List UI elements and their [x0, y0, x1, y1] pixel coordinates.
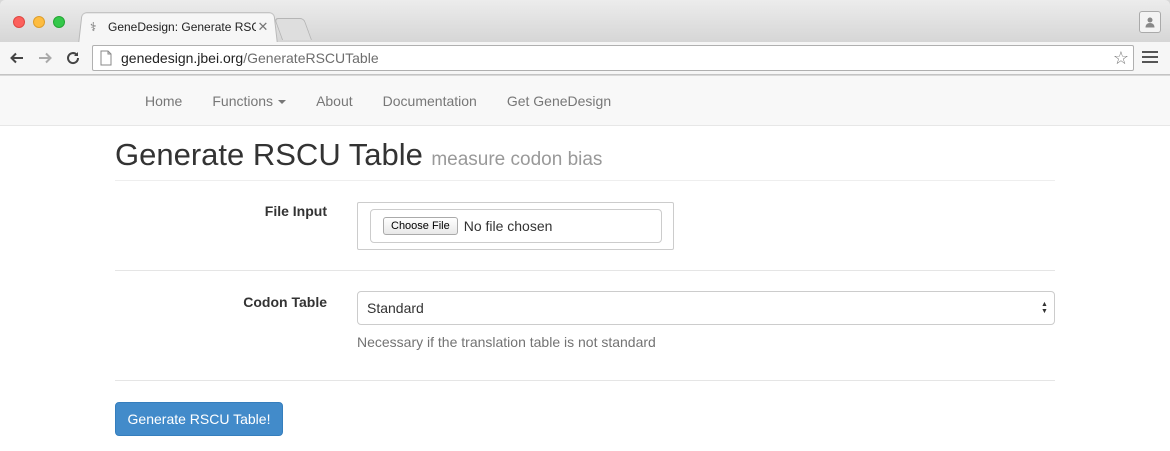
nav-documentation[interactable]: Documentation [368, 76, 492, 126]
generate-rscu-table-button[interactable]: Generate RSCU Table! [115, 402, 283, 436]
close-window-button[interactable] [13, 16, 25, 28]
profile-button[interactable] [1139, 11, 1161, 33]
person-icon [1145, 17, 1155, 28]
codon-table-help: Necessary if the translation table is no… [357, 334, 656, 350]
back-arrow-icon [10, 52, 23, 64]
file-input-wrapper: Choose File No file chosen [357, 202, 674, 250]
codon-table-group: Codon Table Standard ▲ ▼ Necessary if the… [115, 271, 1055, 381]
file-input-group: File Input Choose File No file chosen [115, 181, 1055, 271]
url-domain: genedesign.jbei.org [121, 50, 244, 66]
codon-table-selected: Standard [367, 300, 424, 316]
forward-button[interactable] [35, 48, 55, 68]
browser-tab-content: ⚕ GeneDesign: Generate RSC ✕ [90, 16, 270, 38]
page-subtitle: measure codon bias [431, 149, 603, 170]
site-navbar: Home Functions About Documentation Get G… [0, 76, 1170, 126]
nav-functions-label: Functions [212, 92, 274, 109]
nav-functions-dropdown[interactable]: Functions [197, 76, 301, 126]
nav-home[interactable]: Home [130, 76, 197, 126]
new-tab-button[interactable] [273, 18, 313, 40]
main-container: Generate RSCU Table measure codon bias F… [115, 126, 1055, 436]
maximize-window-button[interactable] [53, 16, 65, 28]
page-title: Generate RSCU Table [115, 137, 423, 172]
web-page: Home Functions About Documentation Get G… [0, 76, 1170, 451]
tab-title: GeneDesign: Generate RSC [108, 20, 256, 34]
codon-table-select[interactable]: Standard ▲ ▼ [357, 291, 1055, 325]
browser-titlebar: ⚕ GeneDesign: Generate RSC ✕ [0, 0, 1170, 43]
forward-arrow-icon [39, 52, 52, 64]
select-arrows-icon: ▲ ▼ [1041, 301, 1048, 315]
nav-get-genedesign[interactable]: Get GeneDesign [492, 76, 626, 126]
file-status-text: No file chosen [463, 218, 553, 234]
url-path: /GenerateRSCUTable [243, 50, 379, 66]
minimize-window-button[interactable] [33, 16, 45, 28]
file-input-label: File Input [264, 203, 327, 219]
file-input[interactable]: Choose File No file chosen [370, 209, 662, 243]
page-header: Generate RSCU Table measure codon bias [115, 126, 1055, 181]
url-text: genedesign.jbei.org/GenerateRSCUTable [121, 50, 379, 66]
caret-down-icon [278, 99, 287, 104]
reload-icon [67, 52, 80, 65]
dna-favicon-icon: ⚕ [90, 20, 97, 34]
tab-close-icon[interactable]: ✕ [256, 19, 270, 35]
choose-file-button[interactable]: Choose File [383, 217, 458, 235]
back-button[interactable] [7, 48, 27, 68]
bookmark-star-icon[interactable]: ☆ [1113, 48, 1129, 68]
page-icon [100, 50, 112, 66]
address-bar[interactable]: genedesign.jbei.org/GenerateRSCUTable ☆ [92, 45, 1134, 71]
browser-menu-icon[interactable] [1142, 49, 1158, 65]
nav-about[interactable]: About [301, 76, 368, 126]
reload-button[interactable] [63, 48, 83, 68]
codon-table-label: Codon Table [243, 294, 327, 310]
